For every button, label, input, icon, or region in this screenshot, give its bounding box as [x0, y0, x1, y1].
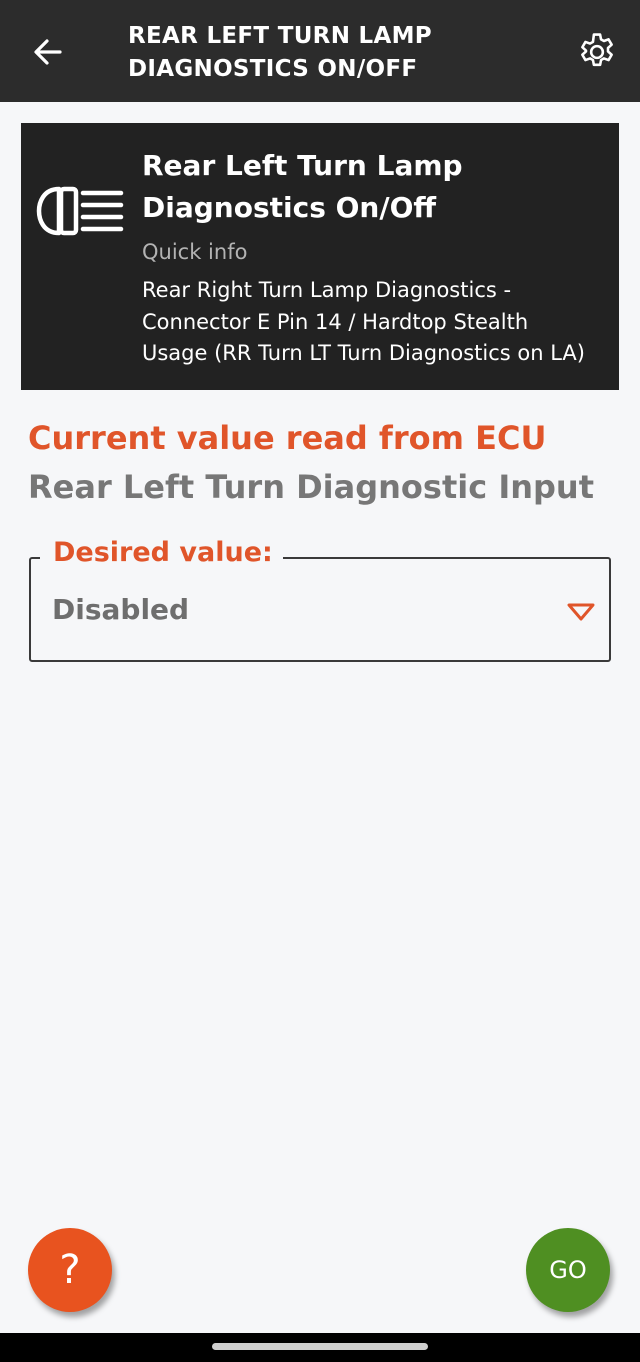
- page-title-line-2: DIAGNOSTICS ON/OFF: [128, 56, 418, 82]
- desired-value-label: Desired value:: [40, 534, 283, 572]
- go-button[interactable]: GO: [526, 1228, 610, 1312]
- triangle-down-icon[interactable]: [566, 601, 596, 623]
- card-title: Rear Left Turn Lamp Diagnostics On/Off: [142, 145, 602, 229]
- back-button[interactable]: [28, 32, 68, 72]
- current-value-label: Current value read from ECU: [28, 419, 547, 457]
- settings-button[interactable]: [574, 29, 620, 75]
- desired-value-selected[interactable]: Disabled: [52, 590, 189, 630]
- headlamp-icon: [36, 186, 124, 236]
- quick-info-card: Rear Left Turn Lamp Diagnostics On/Off Q…: [21, 123, 619, 390]
- app-bar: REAR LEFT TURN LAMP DIAGNOSTICS ON/OFF: [0, 0, 640, 102]
- arrow-left-icon: [34, 39, 62, 65]
- card-description-line-1: Rear Right Turn Lamp Diagnostics -: [142, 278, 512, 302]
- card-description-line-3: Usage (RR Turn LT Turn Diagnostics on LA…: [142, 341, 585, 365]
- gear-icon: [581, 33, 613, 67]
- page-title: REAR LEFT TURN LAMP DIAGNOSTICS ON/OFF: [128, 20, 548, 86]
- card-description-line-2: Connector E Pin 14 / Hardtop Stealth: [142, 309, 529, 334]
- card-description: Rear Right Turn Lamp Diagnostics - Conne…: [142, 275, 612, 370]
- card-title-line-1: Rear Left Turn Lamp: [142, 149, 463, 182]
- help-button[interactable]: ?: [28, 1228, 112, 1312]
- page-title-line-1: REAR LEFT TURN LAMP: [128, 23, 432, 49]
- card-title-line-2: Diagnostics On/Off: [142, 191, 437, 224]
- current-value-text: Rear Left Turn Diagnostic Input: [28, 468, 594, 506]
- home-indicator[interactable]: [212, 1343, 428, 1350]
- card-subtitle: Quick info: [142, 240, 248, 264]
